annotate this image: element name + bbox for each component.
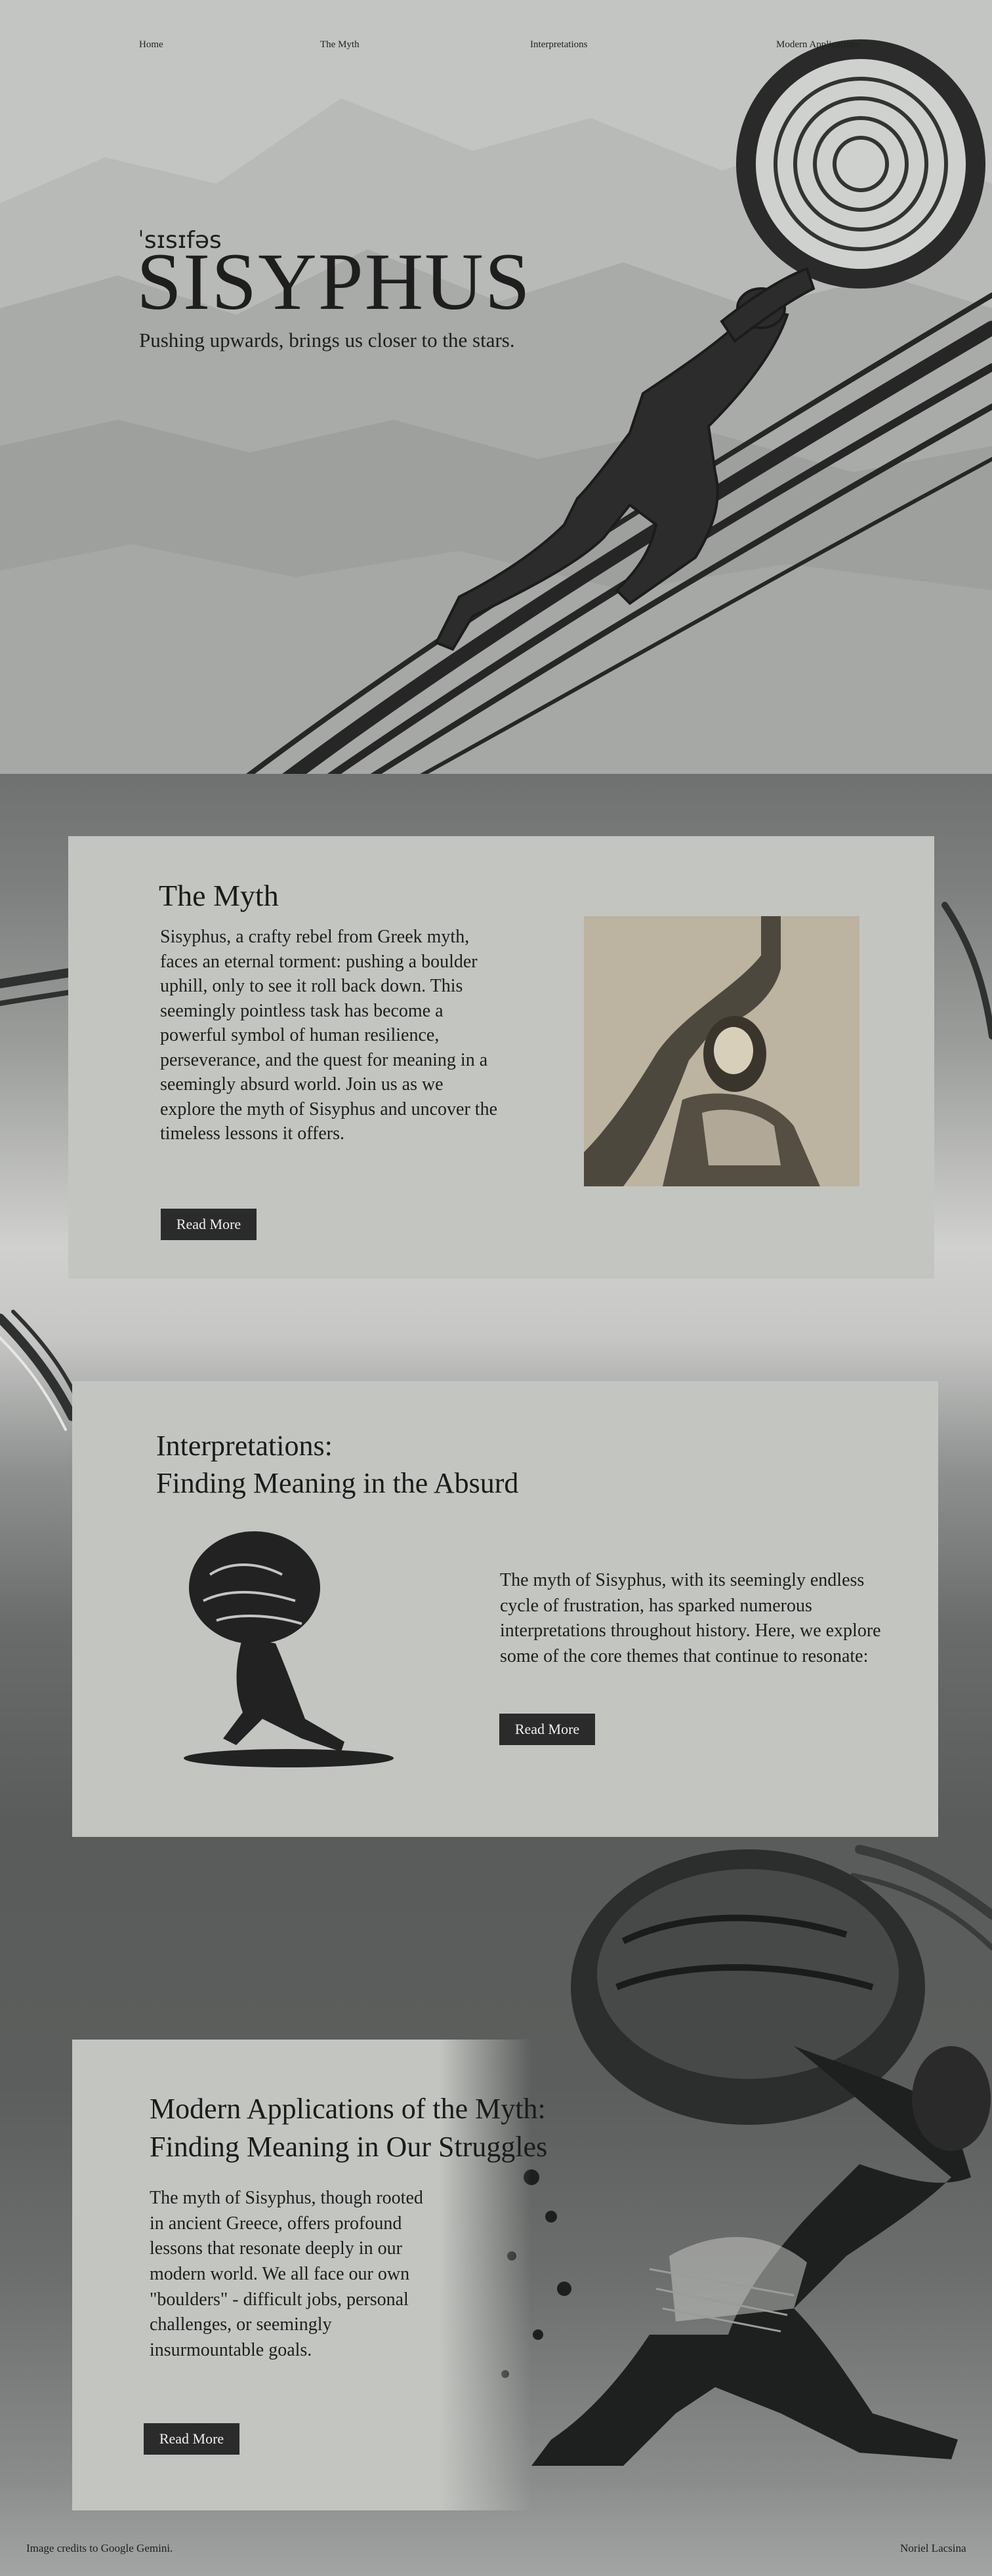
modern-heading-line1: Modern Applications of the Myth: <box>150 2093 546 2125</box>
myth-heading: The Myth <box>159 879 279 912</box>
hero-background <box>0 0 992 833</box>
modern-read-more-button[interactable]: Read More <box>144 2423 239 2455</box>
hero-tagline: Pushing upwards, brings us closer to the… <box>139 329 515 352</box>
modern-applications-heading: Modern Applications of the Myth: Finding… <box>150 2090 547 2166</box>
nav-myth-link[interactable]: The Myth <box>320 39 360 50</box>
myth-read-more-button[interactable]: Read More <box>161 1209 257 1240</box>
modern-applications-text: The myth of Sisyphus, though rooted in a… <box>150 2188 423 2360</box>
nav-interpretations-link[interactable]: Interpretations <box>530 39 587 50</box>
interpretations-heading-line2: Finding Meaning in the Absurd <box>156 1467 519 1500</box>
interpretations-read-more-button[interactable]: Read More <box>499 1714 595 1745</box>
myth-text: Sisyphus, a crafty rebel from Greek myth… <box>160 927 498 1144</box>
modern-applications-section-card: Modern Applications of the Myth: Finding… <box>72 2040 938 2510</box>
nav-modern-applications-link[interactable]: Modern Applications <box>776 39 859 50</box>
hero-title: SISYPHUS <box>136 237 531 327</box>
interpretations-sisyphus-illustration <box>184 1531 394 1767</box>
nav-home-link[interactable]: Home <box>139 39 163 50</box>
myth-sisyphus-engraving-image <box>584 916 859 1186</box>
modern-heading-line2: Finding Meaning in Our Struggles <box>150 2131 548 2163</box>
myth-section-card: The Myth Sisyphus, a crafty rebel from G… <box>68 836 934 1279</box>
footer-author: Noriel Lacsina <box>900 2542 966 2554</box>
interpretations-heading: Interpretations: Finding Meaning in the … <box>156 1427 518 1502</box>
footer-image-credit: Image credits to Google Gemini. <box>26 2542 173 2554</box>
interpretations-text: The myth of Sisyphus, with its seemingly… <box>500 1570 881 1666</box>
interpretations-heading-line1: Interpretations: <box>156 1430 333 1462</box>
interpretations-section-card: Interpretations: Finding Meaning in the … <box>72 1381 938 1837</box>
